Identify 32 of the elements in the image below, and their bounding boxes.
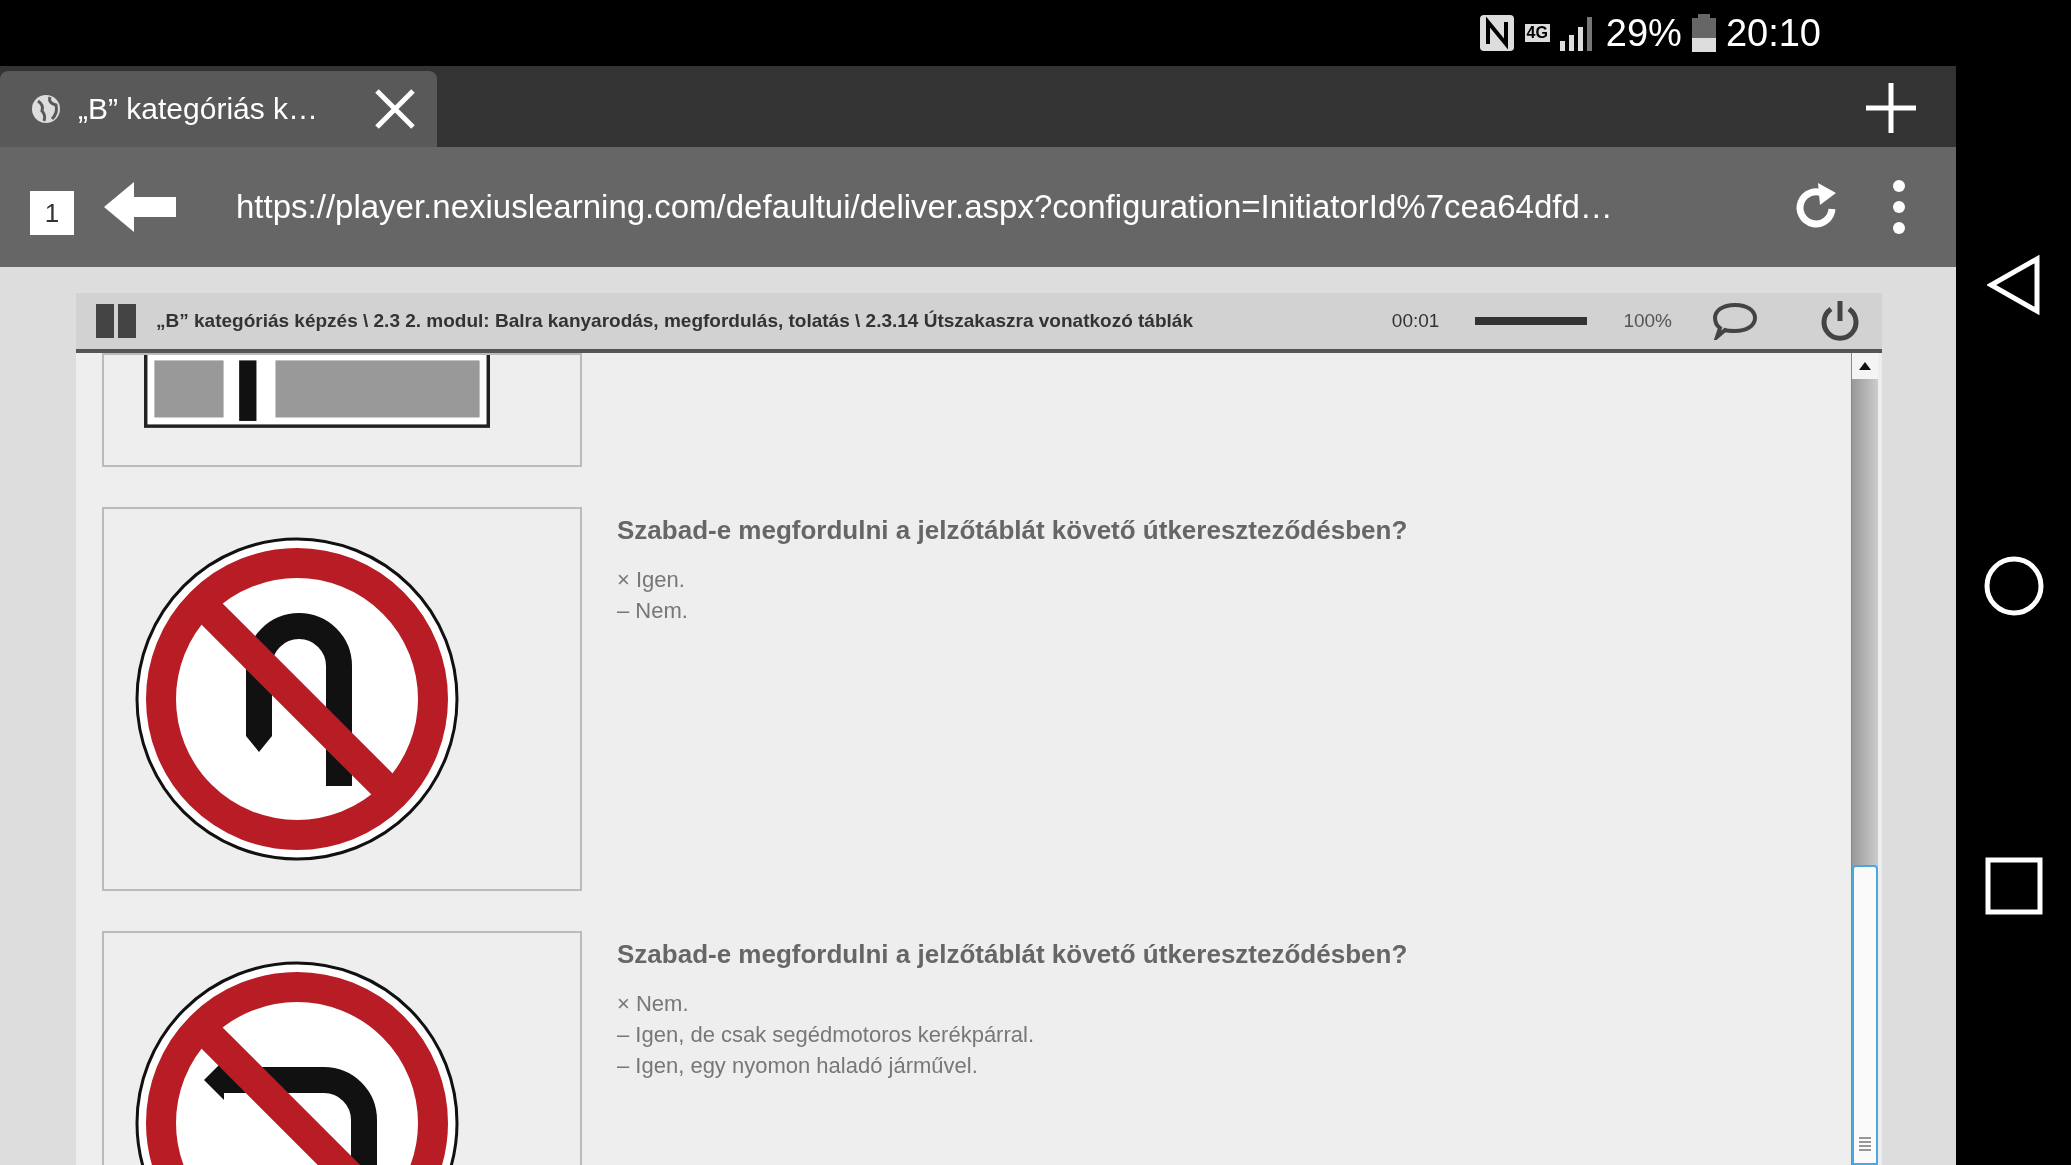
answer-text: × Nem. xyxy=(617,990,690,1018)
browser-tab[interactable]: „B” kategóriás k… xyxy=(0,71,437,147)
recents-nav-icon[interactable] xyxy=(1984,857,2043,915)
nfc-icon xyxy=(1478,14,1515,52)
back-arrow-icon[interactable] xyxy=(104,182,176,232)
close-icon[interactable] xyxy=(373,87,417,131)
battery-percent: 29% xyxy=(1605,11,1682,55)
battery-icon xyxy=(1691,14,1716,52)
home-nav-icon[interactable] xyxy=(1983,556,2044,616)
breadcrumb: „B” kategóriás képzés \ 2.3 2. modul: Balra kanyarodás, megfordulás, tolatás \ 2.3.14 Útszakaszra vonatkozó táblák xyxy=(156,310,1194,332)
network-label: 4G xyxy=(1524,24,1550,42)
question-text: Szabad-e megfordulni a jelzőtáblát követő útkereszteződésben? xyxy=(617,939,1408,970)
answer-text: – Igen, de csak segédmotoros kerékpárral. xyxy=(617,1021,1035,1049)
book-icon[interactable] xyxy=(96,304,136,338)
elapsed-time: 00:01 xyxy=(1391,310,1440,332)
answer-text: – Igen, egy nyomon haladó járművel. xyxy=(617,1052,979,1080)
new-tab-icon[interactable] xyxy=(1866,83,1916,133)
answer-text: – Nem. xyxy=(617,597,689,625)
globe-icon xyxy=(30,93,62,125)
scrollbar[interactable] xyxy=(1851,353,1878,1165)
progress-reading: 100% xyxy=(1623,310,1672,332)
grip-icon xyxy=(1859,1137,1871,1151)
overflow-menu-icon[interactable] xyxy=(1892,179,1906,235)
scroll-up-icon[interactable] xyxy=(1859,362,1871,370)
scroll-thumb[interactable] xyxy=(1852,865,1878,1165)
tab-count-button[interactable]: 1 xyxy=(30,191,74,235)
speech-bubble-icon[interactable] xyxy=(1712,302,1758,340)
clock: 20:10 xyxy=(1725,11,1821,55)
url-field[interactable]: https://player.nexiuslearning.com/defaultui/deliver.aspx?configuration=InitiatorId%7cea64dfd… xyxy=(236,188,1762,226)
back-nav-icon[interactable] xyxy=(1986,255,2041,315)
question-text: Szabad-e megfordulni a jelzőtáblát követő útkereszteződésben? xyxy=(617,515,1408,546)
answer-text: × Igen. xyxy=(617,566,686,594)
